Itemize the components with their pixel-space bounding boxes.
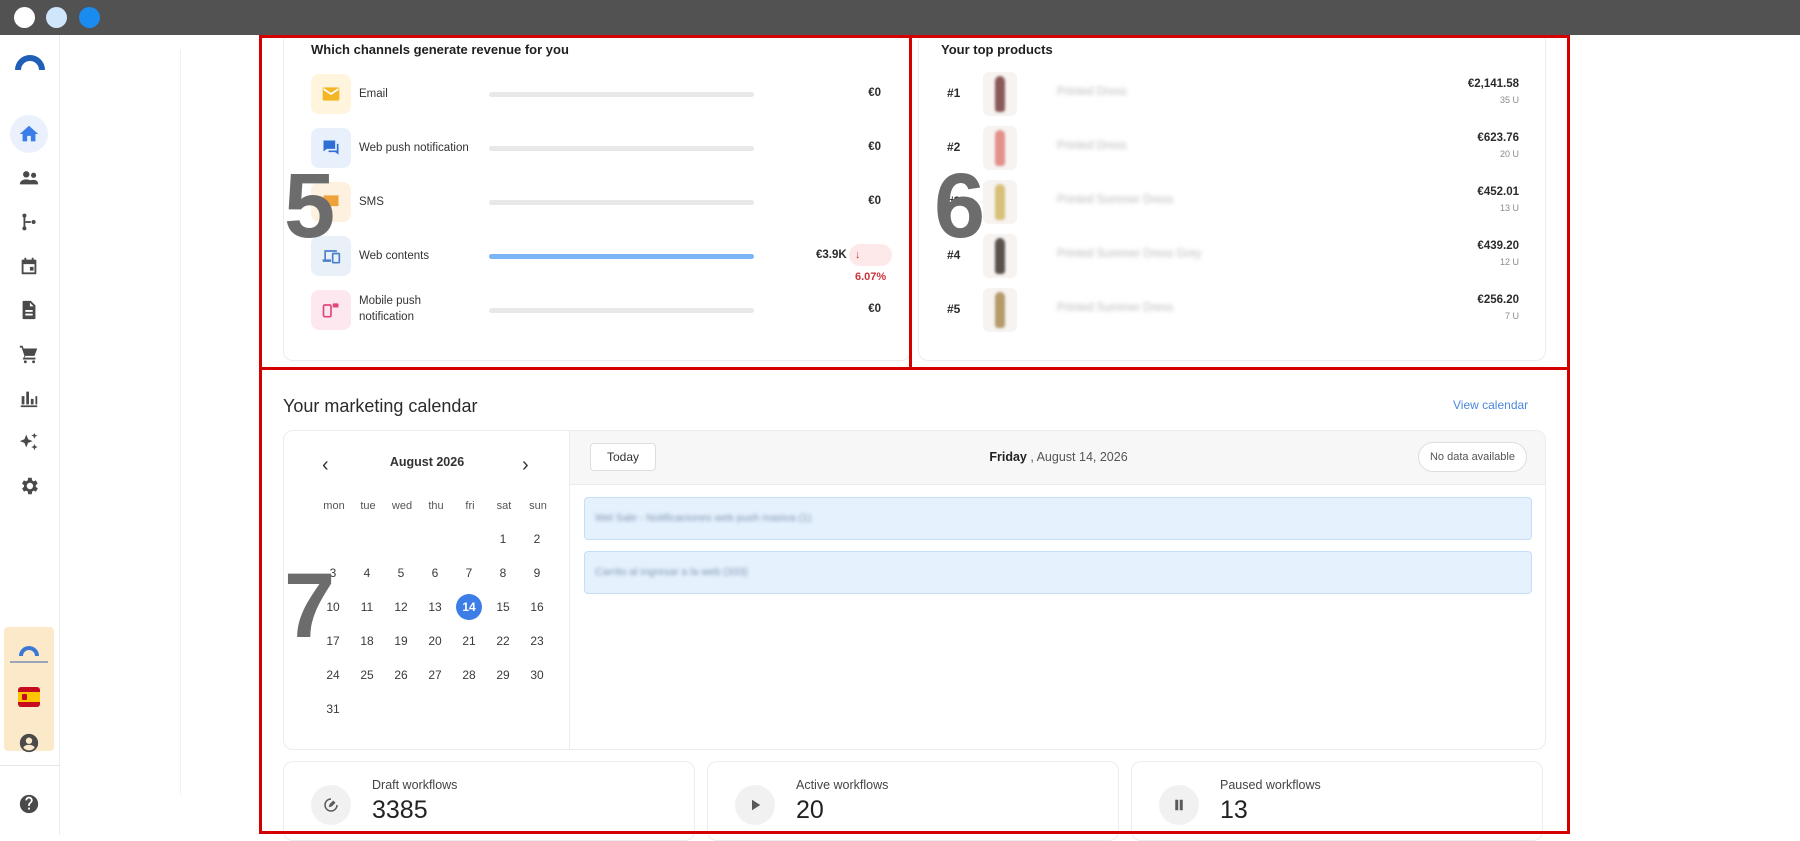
annotation-frame-6 — [909, 35, 1570, 370]
sidebar-analytics-icon[interactable] — [10, 379, 48, 417]
annotation-number-5: 5 — [284, 155, 336, 257]
sidebar-divider — [0, 765, 60, 766]
help-icon[interactable] — [10, 785, 48, 823]
left-sidebar — [0, 35, 60, 835]
sidebar-cart-icon[interactable] — [10, 335, 48, 373]
account-icon[interactable] — [10, 724, 48, 762]
sidebar-workflow-icon[interactable] — [10, 203, 48, 241]
brand-logo-icon — [19, 646, 39, 656]
window-close-dot[interactable] — [14, 7, 35, 28]
annotation-frame-5 — [259, 35, 912, 370]
brand-name-text — [10, 661, 48, 663]
sidebar-calendar-icon[interactable] — [10, 247, 48, 285]
sidebar-settings-icon[interactable] — [10, 467, 48, 505]
window-title-bar — [0, 0, 1800, 35]
window-minimize-dot[interactable] — [46, 7, 67, 28]
sidebar-ai-sparkle-icon[interactable] — [10, 423, 48, 461]
content-guide-line — [180, 50, 181, 795]
annotation-frame-7 — [259, 367, 1570, 834]
spain-flag-icon[interactable] — [18, 687, 40, 707]
sidebar-contacts-icon[interactable] — [10, 159, 48, 197]
app-logo-icon[interactable] — [13, 50, 47, 72]
sidebar-document-icon[interactable] — [10, 291, 48, 329]
annotation-number-7: 7 — [284, 555, 336, 657]
window-maximize-dot[interactable] — [79, 7, 100, 28]
sidebar-home-icon[interactable] — [10, 115, 48, 153]
annotation-number-6: 6 — [934, 155, 986, 257]
